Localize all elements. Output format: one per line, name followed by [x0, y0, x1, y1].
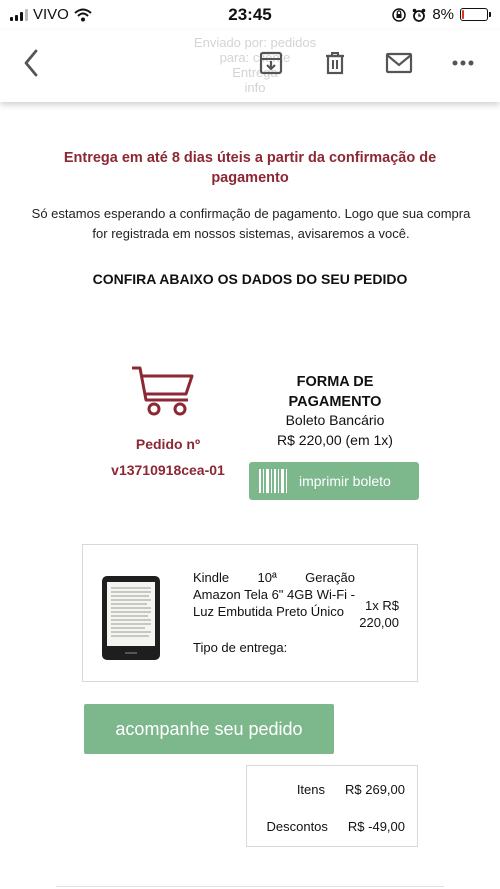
status-bar: VIVO 23:45 8% — [0, 0, 500, 30]
totals-row-discounts: Descontos R$ -49,00 — [266, 819, 405, 834]
back-button[interactable] — [16, 48, 46, 78]
print-boleto-label: imprimir boleto — [299, 473, 391, 489]
divider — [56, 886, 444, 887]
archive-button[interactable] — [256, 48, 286, 78]
section-title: CONFIRA ABAIXO OS DADOS DO SEU PEDIDO — [92, 271, 408, 287]
items-value: R$ 269,00 — [345, 782, 405, 797]
alarm-icon — [413, 8, 426, 22]
discounts-label: Descontos — [266, 819, 328, 834]
battery-icon — [460, 8, 491, 21]
payment-title: FORMA DE PAGAMENTO — [288, 374, 382, 410]
intro-text: Só estamos esperando a confirmação de pa… — [31, 206, 471, 241]
mail-toolbar: Enviado por: pedidos para: cliente Entrega… — [0, 30, 500, 102]
rotation-lock-icon — [392, 7, 407, 22]
delivery-type-label: Tipo de entrega: — [193, 640, 288, 655]
envelope-icon — [385, 52, 413, 74]
product-card: Kindle 10ª Geração Amazon Tela 6" 4GB Wi… — [82, 544, 418, 682]
order-label: Pedido nº — [135, 436, 201, 452]
discounts-value: R$ -49,00 — [347, 819, 405, 834]
items-label: Itens — [296, 782, 325, 797]
archive-download-icon — [259, 51, 283, 75]
trash-icon — [326, 52, 344, 75]
order-number: v13710918cea-01 — [111, 462, 225, 478]
barcode-icon — [259, 469, 287, 493]
more-button[interactable] — [448, 48, 478, 78]
chevron-left-icon — [24, 49, 38, 77]
delivery-headline: Entrega em até 8 dias úteis a partir da … — [63, 150, 437, 186]
shopping-cart-icon — [132, 366, 194, 416]
print-boleto-button[interactable]: imprimir boleto — [249, 462, 419, 500]
battery-percent: 8% — [432, 6, 454, 23]
totals-row-items: Itens R$ 269,00 — [297, 782, 405, 797]
mail-button[interactable] — [384, 48, 414, 78]
delete-button[interactable] — [320, 48, 350, 78]
payment-amount: R$ 220,00 (em 1x) — [277, 432, 393, 448]
payment-method: Boleto Bancário — [285, 412, 385, 428]
product-quantity-price: 1x R$ 220,00 — [359, 598, 399, 630]
product-name[interactable]: Kindle 10ª Geração Amazon Tela 6" 4GB Wi… — [193, 569, 355, 620]
sender-ghost-text: Enviado por: pedidos para: cliente Entrega… — [193, 35, 317, 95]
kindle-product-image — [102, 576, 160, 660]
track-order-button[interactable]: acompanhe seu pedido — [84, 704, 334, 754]
status-right: 8% — [392, 6, 491, 23]
more-dots-icon — [452, 60, 474, 66]
order-totals: Itens R$ 269,00 Descontos R$ -49,00 — [246, 765, 418, 847]
